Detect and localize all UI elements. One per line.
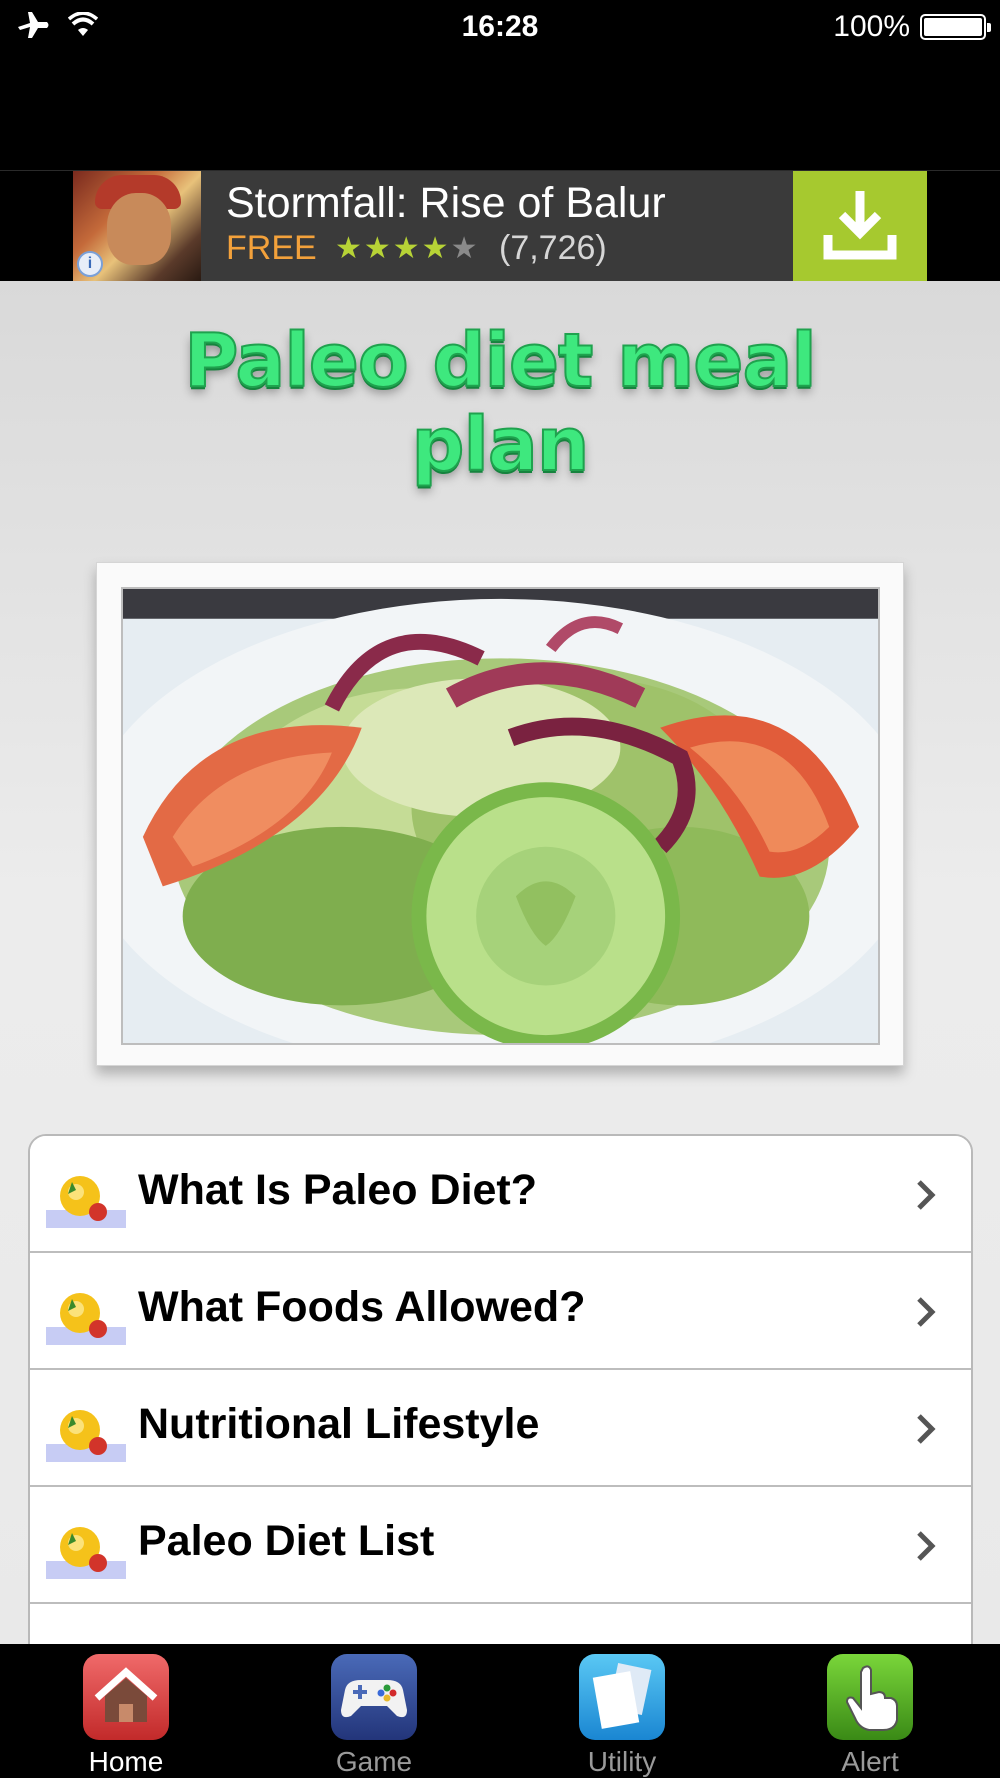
chevron-right-icon xyxy=(917,1531,936,1561)
fruit-icon xyxy=(46,1527,126,1579)
ad-rating-stars: ★★★★★ xyxy=(335,231,479,266)
chevron-right-icon xyxy=(917,1297,936,1327)
pointer-hand-icon xyxy=(827,1654,913,1740)
info-icon[interactable]: i xyxy=(77,251,103,277)
download-icon xyxy=(823,191,897,260)
documents-icon xyxy=(579,1654,665,1740)
list-item-label: Nutritional Lifestyle xyxy=(138,1400,540,1448)
tab-label: Home xyxy=(88,1746,164,1777)
half-star-icon: ★ xyxy=(450,232,480,265)
tab-label: Utility xyxy=(587,1746,657,1777)
tab-home[interactable]: Home xyxy=(56,1654,196,1778)
download-button[interactable] xyxy=(793,171,927,281)
tab-label: Game xyxy=(335,1746,413,1777)
ad-review-count: (7,726) xyxy=(499,229,607,267)
ad-banner[interactable]: i Stormfall: Rise of Balur FREE ★★★★★ (7… xyxy=(73,171,927,281)
tab-label: Alert xyxy=(841,1746,899,1777)
list-item-label: Paleo Diet List xyxy=(138,1517,435,1565)
status-right: 100% xyxy=(833,10,991,44)
fruit-icon xyxy=(46,1634,126,1644)
chevron-right-icon xyxy=(917,1180,936,1210)
ad-title[interactable]: Stormfall: Rise of Balur xyxy=(226,179,666,228)
fruit-icon xyxy=(46,1293,126,1345)
status-bar: 16:28 100% xyxy=(0,0,1000,56)
list-item[interactable]: Paleo Diet List xyxy=(30,1487,971,1604)
tab-alert[interactable]: Alert xyxy=(800,1654,940,1778)
fruit-icon xyxy=(46,1176,126,1228)
chevron-right-icon xyxy=(917,1414,936,1444)
list-item-label: What Foods Allowed? xyxy=(138,1283,586,1331)
tab-bar: Home Game Utility Alert xyxy=(0,1644,1000,1778)
game-thumbnail[interactable]: i xyxy=(73,171,201,281)
ad-price: FREE xyxy=(226,229,317,267)
tab-game[interactable]: Game xyxy=(304,1654,444,1778)
tab-utility[interactable]: Utility xyxy=(552,1654,692,1778)
gamepad-icon xyxy=(331,1654,417,1740)
main-content: Paleo diet meal plan What Is Paleo Diet?… xyxy=(0,281,1000,1644)
list-item[interactable] xyxy=(30,1604,971,1644)
salad-photo xyxy=(121,587,880,1045)
list-item[interactable]: What Foods Allowed? xyxy=(30,1253,971,1370)
status-spacer xyxy=(0,56,1000,171)
battery-percent: 100% xyxy=(833,10,910,43)
battery-icon xyxy=(920,14,991,40)
salad-photo-frame xyxy=(96,562,904,1066)
list-item[interactable]: What Is Paleo Diet? xyxy=(30,1136,971,1253)
home-icon xyxy=(83,1654,169,1740)
app-title: Paleo diet meal plan xyxy=(183,318,818,488)
star-icon: ★★★★ xyxy=(335,232,451,265)
list-item[interactable]: Nutritional Lifestyle xyxy=(30,1370,971,1487)
fruit-icon xyxy=(46,1410,126,1462)
list-item-label: What Is Paleo Diet? xyxy=(138,1166,538,1214)
topics-list: What Is Paleo Diet? What Foods Allowed? xyxy=(28,1134,973,1644)
